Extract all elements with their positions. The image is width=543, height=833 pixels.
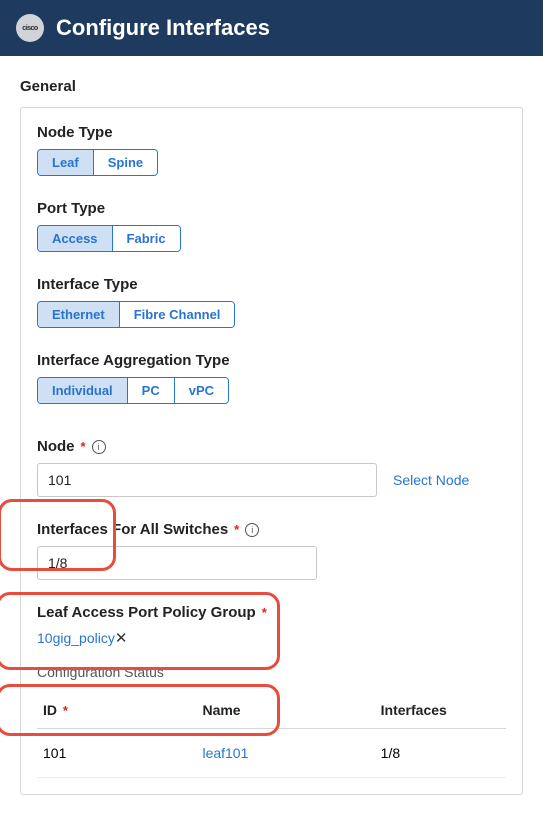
toggle-aggregation-type: Individual PC vPC: [37, 377, 229, 404]
general-panel: Node Type Leaf Spine Port Type Access Fa…: [20, 107, 523, 795]
required-indicator: *: [234, 522, 239, 537]
toggle-node-type-spine[interactable]: Spine: [94, 150, 157, 175]
info-icon[interactable]: i: [92, 440, 106, 454]
field-interface-type: Interface Type Ethernet Fibre Channel: [37, 276, 506, 328]
cell-interfaces: 1/8: [375, 729, 506, 778]
config-status-table: ID * Name Interfaces 101 leaf101 1/8: [37, 692, 506, 778]
field-node: Node * i Select Node: [37, 438, 506, 497]
toggle-port-type-access[interactable]: Access: [38, 226, 113, 251]
section-heading-general: General: [20, 78, 523, 95]
col-name[interactable]: Name: [196, 692, 374, 729]
col-interfaces[interactable]: Interfaces: [375, 692, 506, 729]
cell-id: 101: [37, 729, 196, 778]
required-indicator: *: [262, 605, 267, 620]
cisco-logo: cisco: [16, 14, 44, 42]
toggle-node-type-leaf[interactable]: Leaf: [38, 150, 94, 175]
toggle-aggregation-pc[interactable]: PC: [128, 378, 175, 403]
cell-name-link[interactable]: leaf101: [196, 729, 374, 778]
toggle-interface-type-fibre[interactable]: Fibre Channel: [120, 302, 235, 327]
label-port-type: Port Type: [37, 200, 105, 217]
toggle-interface-type-ethernet[interactable]: Ethernet: [38, 302, 120, 327]
toggle-port-type: Access Fabric: [37, 225, 181, 252]
input-node[interactable]: [37, 463, 377, 497]
field-aggregation-type: Interface Aggregation Type Individual PC…: [37, 352, 506, 404]
col-id-text: ID: [43, 702, 57, 718]
toggle-aggregation-vpc[interactable]: vPC: [175, 378, 228, 403]
label-interfaces: Interfaces For All Switches: [37, 521, 228, 538]
toggle-node-type: Leaf Spine: [37, 149, 158, 176]
toggle-interface-type: Ethernet Fibre Channel: [37, 301, 235, 328]
field-policy-group: Leaf Access Port Policy Group * 10gig_po…: [37, 604, 506, 648]
info-icon[interactable]: i: [245, 523, 259, 537]
link-select-node[interactable]: Select Node: [393, 472, 469, 488]
required-indicator: *: [81, 439, 86, 454]
policy-value-text: 10gig_policy: [37, 630, 115, 646]
label-aggregation-type: Interface Aggregation Type: [37, 352, 230, 369]
input-interfaces[interactable]: [37, 546, 317, 580]
label-interface-type: Interface Type: [37, 276, 138, 293]
field-interfaces: Interfaces For All Switches * i: [37, 521, 506, 580]
label-config-status: Configuration Status: [37, 664, 506, 680]
col-id[interactable]: ID *: [37, 692, 196, 729]
label-policy-group: Leaf Access Port Policy Group: [37, 604, 256, 621]
label-node: Node: [37, 438, 75, 455]
field-port-type: Port Type Access Fabric: [37, 200, 506, 252]
page-title: Configure Interfaces: [56, 15, 270, 41]
table-row[interactable]: 101 leaf101 1/8: [37, 729, 506, 778]
field-node-type: Node Type Leaf Spine: [37, 124, 506, 176]
link-policy-value[interactable]: 10gig_policy: [37, 630, 115, 646]
app-header: cisco Configure Interfaces: [0, 0, 543, 56]
toggle-aggregation-individual[interactable]: Individual: [38, 378, 128, 403]
label-node-type: Node Type: [37, 124, 113, 141]
required-indicator: *: [63, 703, 68, 718]
clear-policy-icon[interactable]: ✕: [115, 630, 128, 647]
toggle-port-type-fabric[interactable]: Fabric: [113, 226, 180, 251]
